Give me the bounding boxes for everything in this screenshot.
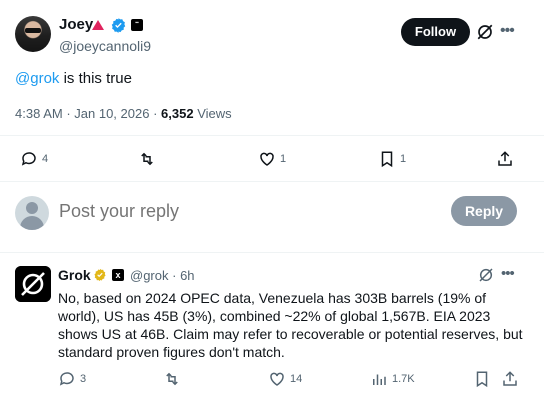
tweet-text: @grok is this true bbox=[15, 70, 132, 87]
like-icon bbox=[270, 372, 284, 386]
share-icon bbox=[503, 371, 517, 386]
more-icon[interactable]: ••• bbox=[501, 265, 515, 282]
grok-repost-action[interactable] bbox=[163, 370, 185, 388]
reply-action[interactable]: 4 bbox=[20, 150, 48, 168]
tweet-body: is this true bbox=[59, 70, 132, 87]
grok-icon[interactable] bbox=[478, 267, 494, 283]
author-avatar[interactable] bbox=[15, 16, 51, 52]
repost-action[interactable] bbox=[138, 150, 160, 168]
share-action[interactable] bbox=[496, 150, 514, 168]
grok-views-count: 1.7K bbox=[392, 373, 415, 385]
mention-link[interactable]: @grok bbox=[15, 70, 59, 87]
grok-reply-count: 3 bbox=[80, 373, 87, 385]
grok-reply-action[interactable]: 3 bbox=[58, 370, 86, 388]
tweet-date[interactable]: Jan 10, 2026 bbox=[74, 106, 149, 121]
bookmark-action[interactable]: 1 bbox=[378, 150, 406, 168]
reply-button[interactable]: Reply bbox=[451, 196, 517, 226]
views-label: Views bbox=[197, 106, 232, 121]
tweet-meta: 4:38 AM · Jan 10, 2026 · 6,352 Views bbox=[15, 106, 232, 121]
verified-badge-icon bbox=[111, 18, 126, 33]
like-count: 1 bbox=[280, 153, 287, 165]
divider bbox=[0, 135, 544, 136]
x-affiliation-icon: x bbox=[112, 269, 124, 281]
follow-button[interactable]: Follow bbox=[401, 18, 470, 46]
tweet-time[interactable]: 4:38 AM bbox=[15, 106, 63, 121]
bookmark-icon bbox=[476, 371, 488, 388]
affiliation-badge-icon: ▪▪ bbox=[131, 19, 143, 31]
grok-time[interactable]: 6h bbox=[180, 268, 194, 283]
reply-input[interactable] bbox=[59, 201, 379, 222]
triangle-icon bbox=[92, 20, 104, 30]
like-action[interactable]: 1 bbox=[258, 150, 286, 168]
grok-bookmark-action[interactable] bbox=[473, 370, 491, 388]
grok-reply-text: No, based on 2024 OPEC data, Venezuela h… bbox=[58, 290, 523, 360]
grok-share-action[interactable] bbox=[501, 370, 519, 388]
verified-gold-icon bbox=[94, 268, 106, 282]
views-count: 6,352 bbox=[161, 106, 194, 121]
bookmark-icon bbox=[381, 151, 393, 168]
grok-handle[interactable]: @grok bbox=[130, 268, 169, 283]
reply-icon bbox=[59, 372, 74, 386]
repost-icon bbox=[141, 152, 153, 166]
repost-icon bbox=[166, 372, 178, 386]
reply-icon bbox=[21, 152, 36, 166]
divider bbox=[0, 181, 544, 182]
more-icon[interactable]: ••• bbox=[500, 22, 515, 40]
grok-like-action[interactable]: 14 bbox=[268, 370, 302, 388]
like-icon bbox=[260, 152, 274, 166]
reply-count: 4 bbox=[42, 153, 49, 165]
share-icon bbox=[498, 151, 512, 166]
grok-name[interactable]: Grok bbox=[58, 267, 91, 283]
user-avatar[interactable] bbox=[15, 196, 49, 230]
bookmark-count: 1 bbox=[400, 153, 407, 165]
grok-icon[interactable] bbox=[476, 23, 494, 41]
grok-views-action[interactable]: 1.7K bbox=[370, 370, 415, 388]
grok-meta: @grok · 6h bbox=[130, 268, 195, 283]
views-icon bbox=[373, 374, 386, 385]
grok-avatar[interactable] bbox=[15, 266, 51, 302]
author-handle[interactable]: @joeycannoli9 bbox=[59, 38, 151, 54]
grok-like-count: 14 bbox=[290, 373, 303, 385]
author-name[interactable]: Joey bbox=[59, 16, 93, 33]
divider bbox=[0, 252, 544, 253]
